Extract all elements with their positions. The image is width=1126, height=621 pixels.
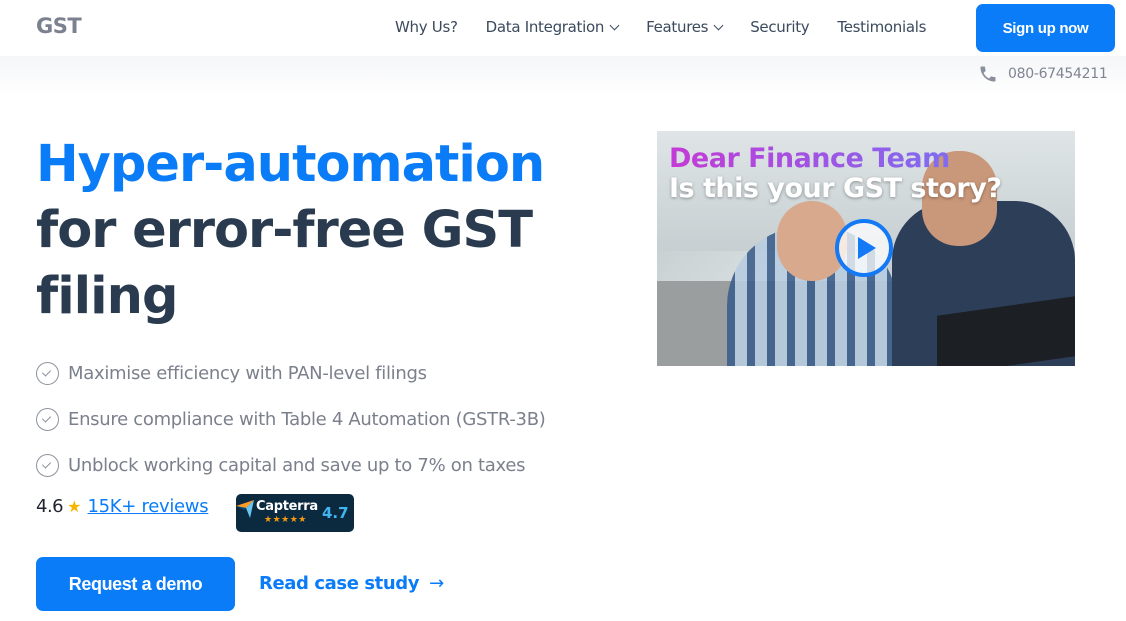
feature-text: Maximise efficiency with PAN-level filin… — [68, 362, 427, 384]
nav-links: Why Us? Data Integration Features Securi… — [395, 18, 954, 36]
feature-list: Maximise efficiency with PAN-level filin… — [36, 350, 546, 488]
capterra-stars: ★★★★★ — [264, 515, 307, 525]
feature-text: Unblock working capital and save up to 7… — [68, 454, 526, 476]
nav-why-us[interactable]: Why Us? — [395, 18, 458, 36]
nav-label: Why Us? — [395, 18, 458, 36]
play-button[interactable] — [835, 219, 893, 277]
check-circle-icon — [36, 407, 59, 431]
nav-label: Testimonials — [837, 18, 927, 36]
capterra-badge[interactable]: Capterra ★★★★★ 4.7 — [236, 494, 354, 532]
check-circle-icon — [36, 361, 59, 385]
video-thumbnail[interactable]: Dear Finance Team Is this your GST story… — [657, 131, 1075, 366]
hero-title: Hyper-automation for error-free GST fili… — [36, 132, 545, 330]
case-study-label: Read case study — [259, 573, 420, 594]
hero-title-accent: Hyper-automation — [36, 135, 545, 194]
request-demo-button[interactable]: Request a demo — [36, 557, 235, 611]
logo[interactable]: GST — [36, 14, 82, 38]
top-navbar: GST Why Us? Data Integration Features Se… — [0, 0, 1126, 56]
rating-row: 4.6 ★ 15K+ reviews — [36, 496, 209, 517]
reviews-link[interactable]: 15K+ reviews — [87, 496, 208, 517]
video-headline-1: Dear Finance Team — [669, 143, 950, 174]
phone-icon — [980, 66, 996, 82]
nav-security[interactable]: Security — [750, 18, 810, 36]
video-headline-2: Is this your GST story? — [669, 173, 1002, 204]
hero-title-line2: for error-free GST — [36, 201, 533, 260]
star-icon: ★ — [67, 497, 82, 516]
chevron-down-icon — [713, 20, 724, 30]
nav-label: Data Integration — [485, 18, 605, 36]
nav-features[interactable]: Features — [646, 18, 724, 36]
nav-data-integration[interactable]: Data Integration — [485, 18, 620, 36]
read-case-study-link[interactable]: Read case study → — [259, 573, 444, 594]
feature-item: Maximise efficiency with PAN-level filin… — [36, 350, 545, 396]
feature-item: Unblock working capital and save up to 7… — [36, 442, 545, 488]
contact-strip — [0, 56, 1126, 96]
nav-label: Security — [750, 18, 810, 36]
rating-value: 4.6 — [36, 496, 64, 517]
phone-number: 080-67454211 — [1008, 66, 1108, 82]
feature-item: Ensure compliance with Table 4 Automatio… — [36, 396, 546, 442]
nav-testimonials[interactable]: Testimonials — [837, 18, 926, 36]
check-circle-icon — [36, 453, 59, 477]
capterra-logo-icon — [236, 500, 254, 518]
feature-text: Ensure compliance with Table 4 Automatio… — [68, 408, 546, 430]
play-icon — [857, 237, 876, 259]
phone-contact[interactable]: 080-67454211 — [978, 64, 1108, 84]
capterra-score: 4.7 — [322, 504, 349, 522]
hero-title-line3: filing — [36, 267, 178, 326]
capterra-name: Capterra — [256, 499, 318, 514]
sign-up-button[interactable]: Sign up now — [976, 4, 1115, 52]
nav-label: Features — [646, 18, 709, 36]
arrow-right-icon: → — [429, 573, 444, 594]
chevron-down-icon — [609, 20, 620, 30]
